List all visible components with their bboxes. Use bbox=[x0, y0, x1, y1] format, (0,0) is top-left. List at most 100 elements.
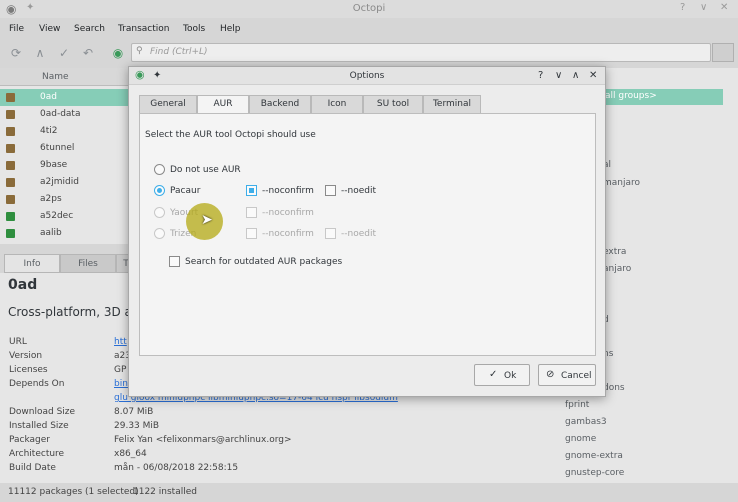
package-name: a2ps bbox=[40, 194, 62, 204]
status-bar: 11112 packages (1 selected) 1122 install… bbox=[0, 483, 738, 502]
package-description: Cross-platform, 3D and bbox=[8, 305, 148, 319]
field-value: mån - 06/08/2018 22:58:15 bbox=[114, 463, 239, 473]
package-name: 0ad bbox=[40, 92, 57, 102]
search-icon: ⚲ bbox=[136, 46, 143, 56]
field-label: URL bbox=[9, 337, 27, 347]
ok-button[interactable]: ✓ Ok bbox=[474, 364, 530, 386]
group-item[interactable]: manjaro bbox=[603, 178, 640, 188]
group-item[interactable]: gambas3 bbox=[565, 417, 607, 427]
alien-icon[interactable]: ◉ bbox=[111, 46, 125, 60]
aur-heading: Select the AUR tool Octopi should use bbox=[145, 130, 316, 140]
search-outdated-label: Search for outdated AUR packages bbox=[185, 257, 343, 267]
menu-view[interactable]: View bbox=[39, 24, 60, 34]
ok-button-label: Ok bbox=[504, 371, 517, 381]
yaourt-noconfirm-checkbox[interactable] bbox=[246, 207, 257, 218]
package-status-icon bbox=[6, 127, 15, 136]
title-bar: ◉ ✦ Octopi ? ∨ ✕ bbox=[0, 0, 738, 18]
mouse-pointer-icon: ➤ bbox=[201, 212, 213, 228]
field-value: GP bbox=[114, 365, 127, 375]
package-name: 4ti2 bbox=[40, 126, 58, 136]
pacaur-noconfirm-label: --noconfirm bbox=[262, 186, 314, 196]
menu-file[interactable]: File bbox=[9, 24, 24, 34]
yaourt-noconfirm-label: --noconfirm bbox=[262, 208, 314, 218]
installed-icon bbox=[6, 229, 15, 238]
check-icon: ✓ bbox=[489, 369, 498, 380]
search-placeholder: Find (Ctrl+L) bbox=[150, 47, 208, 57]
package-name: aalib bbox=[40, 228, 62, 238]
dialog-title: Options bbox=[349, 71, 385, 81]
dialog-help-button[interactable]: ? bbox=[538, 70, 543, 81]
pacaur-noconfirm-checkbox[interactable] bbox=[246, 185, 257, 196]
layout-toggle-button[interactable] bbox=[712, 43, 734, 62]
radio-pacaur[interactable] bbox=[154, 185, 165, 196]
tab-general[interactable]: General bbox=[139, 95, 197, 113]
field-label: Licenses bbox=[9, 365, 48, 375]
window-title: Octopi bbox=[352, 3, 386, 14]
group-item[interactable]: fprint bbox=[565, 400, 589, 410]
package-name: 0ad-data bbox=[40, 109, 81, 119]
status-packages: 11112 packages (1 selected) bbox=[8, 487, 139, 497]
package-status-icon bbox=[6, 110, 15, 119]
field-value: 8.07 MiB bbox=[114, 407, 154, 417]
field-value: x86_64 bbox=[114, 449, 147, 459]
trizen-noconfirm-checkbox[interactable] bbox=[246, 228, 257, 239]
menu-help[interactable]: Help bbox=[220, 24, 241, 34]
package-status-icon bbox=[6, 178, 15, 187]
group-item[interactable]: extra bbox=[603, 247, 626, 257]
dialog-close-button[interactable]: ✕ bbox=[589, 70, 597, 81]
column-name-header[interactable]: Name bbox=[42, 72, 69, 82]
field-label: Depends On bbox=[9, 379, 65, 389]
radio-pacaur-label: Pacaur bbox=[170, 186, 201, 196]
cancel-icon: ⊘ bbox=[546, 369, 555, 380]
radio-trizen[interactable] bbox=[154, 228, 165, 239]
group-item[interactable]: gnustep-core bbox=[565, 468, 624, 478]
field-label: Architecture bbox=[9, 449, 65, 459]
groups-selected-label: all groups> bbox=[605, 91, 657, 101]
search-outdated-checkbox[interactable] bbox=[169, 256, 180, 267]
field-value-url[interactable]: htt bbox=[114, 337, 127, 347]
package-status-icon bbox=[6, 93, 15, 102]
radio-yaourt[interactable] bbox=[154, 207, 165, 218]
tab-aur[interactable]: AUR bbox=[197, 95, 249, 114]
trizen-noedit-label: --noedit bbox=[341, 229, 376, 239]
search-input[interactable]: ⚲ Find (Ctrl+L) bbox=[131, 43, 711, 62]
package-name: a52dec bbox=[40, 211, 74, 221]
package-status-icon bbox=[6, 195, 15, 204]
help-button[interactable]: ? bbox=[680, 2, 685, 13]
group-item[interactable]: gnome bbox=[565, 434, 596, 444]
close-window-button[interactable]: ✕ bbox=[720, 2, 728, 13]
field-label: Installed Size bbox=[9, 421, 69, 431]
menu-bar: File View Search Transaction Tools Help bbox=[0, 20, 738, 38]
cancel-button-label: Cancel bbox=[561, 371, 592, 381]
package-name: 6tunnel bbox=[40, 143, 75, 153]
radio-no-aur[interactable] bbox=[154, 164, 165, 175]
group-item[interactable]: gnome-extra bbox=[565, 451, 623, 461]
field-value: Felix Yan <felixonmars@archlinux.org> bbox=[114, 435, 292, 445]
package-title: 0ad bbox=[8, 277, 38, 293]
cancel-button[interactable]: ⊘ Cancel bbox=[538, 364, 596, 386]
pacaur-noedit-label: --noedit bbox=[341, 186, 376, 196]
field-value: 29.33 MiB bbox=[114, 421, 160, 431]
group-item[interactable]: anjaro bbox=[603, 264, 631, 274]
menu-search[interactable]: Search bbox=[74, 24, 105, 34]
package-status-icon bbox=[6, 144, 15, 153]
check-icon[interactable]: ✓ bbox=[57, 46, 71, 60]
tab-terminal[interactable]: Terminal bbox=[423, 95, 481, 113]
pacaur-noedit-checkbox[interactable] bbox=[325, 185, 336, 196]
tab-icon[interactable]: Icon bbox=[311, 95, 363, 113]
tab-backend[interactable]: Backend bbox=[249, 95, 311, 113]
tab-info[interactable]: Info bbox=[4, 254, 60, 273]
dialog-minimize-button[interactable]: ∨ bbox=[555, 70, 562, 81]
menu-tools[interactable]: Tools bbox=[183, 24, 205, 34]
dialog-maximize-button[interactable]: ∧ bbox=[572, 70, 579, 81]
tab-files[interactable]: Files bbox=[60, 254, 116, 273]
chevron-up-icon[interactable]: ∧ bbox=[33, 46, 47, 60]
minimize-button[interactable]: ∨ bbox=[700, 2, 707, 13]
group-item[interactable]: dons bbox=[603, 383, 625, 393]
field-value-depends[interactable]: bin bbox=[114, 379, 128, 389]
trizen-noedit-checkbox[interactable] bbox=[325, 228, 336, 239]
tab-su-tool[interactable]: SU tool bbox=[363, 95, 423, 113]
sync-icon[interactable]: ⟳ bbox=[9, 46, 23, 60]
menu-transaction[interactable]: Transaction bbox=[118, 24, 170, 34]
undo-icon[interactable]: ↶ bbox=[81, 46, 95, 60]
